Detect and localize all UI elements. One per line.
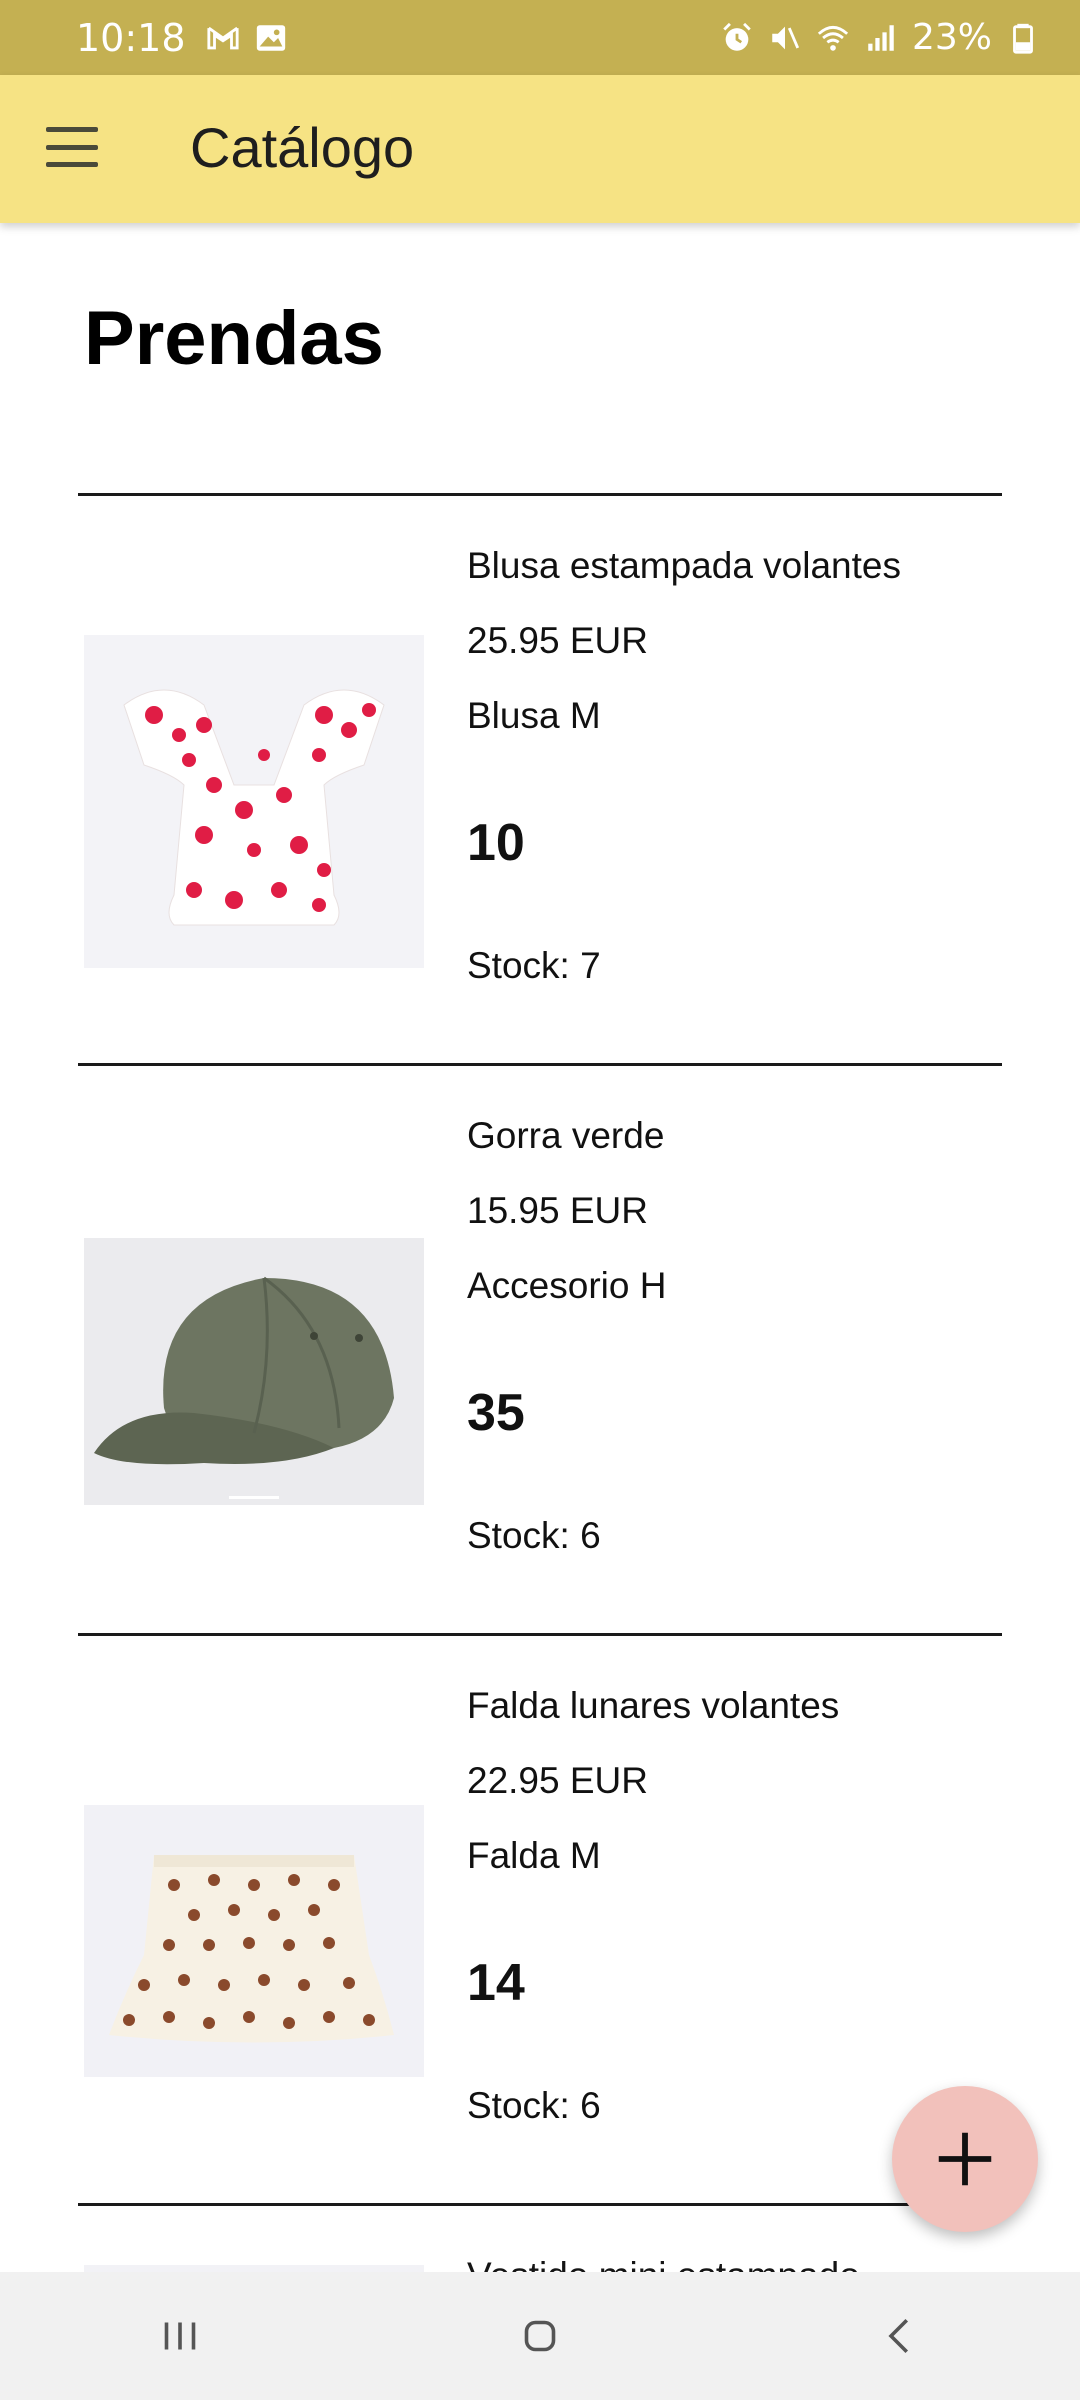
status-bar: 10:18 23% [0,0,1080,75]
item-category: Accesorio H [467,1265,667,1306]
page-heading: Prendas [84,296,384,381]
list-item[interactable]: Gorra verde 15.95 EUR Accesorio H 35 Sto… [0,1065,1080,1635]
item-quantity: 35 [467,1384,525,1442]
floral-blouse-image [84,635,424,968]
divider [78,2203,1002,2206]
recent-apps-icon [164,2322,196,2350]
item-quantity: 14 [467,1954,525,2012]
item-price: 22.95 EUR [467,1760,648,1801]
item-name: Gorra verde [467,1115,665,1156]
item-category: Falda M [467,1835,601,1876]
item-price: 25.95 EUR [467,620,648,661]
list-item[interactable]: Blusa estampada volantes 25.95 EUR Blusa… [0,495,1080,1065]
plus-icon [938,2132,992,2186]
item-stock: Stock: 6 [467,1515,601,1556]
item-category: Blusa M [467,695,601,736]
item-name: Blusa estampada volantes [467,545,901,586]
menu-icon[interactable] [46,127,98,167]
item-stock: Stock: 7 [467,945,601,986]
app-bar: Catálogo [0,75,1080,223]
app-title: Catálogo [190,116,415,179]
status-time: 10:18 [76,15,186,60]
mute-icon [768,21,802,55]
wifi-icon [816,21,850,55]
back-icon [888,2318,909,2354]
item-name: Falda lunares volantes [467,1685,840,1726]
green-cap-image [84,1238,424,1505]
gallery-icon [254,21,288,55]
nav-bar [0,2272,1080,2400]
gmail-icon [206,21,240,55]
alarm-icon [720,21,754,55]
home-icon [524,2320,556,2352]
recent-apps-button[interactable] [130,2296,230,2376]
home-button[interactable] [490,2296,590,2376]
item-stock: Stock: 6 [467,2085,601,2126]
signal-icon [864,21,898,55]
polka-dot-skirt-image [84,1805,424,2077]
add-item-button[interactable] [892,2086,1038,2232]
item-quantity: 10 [467,814,525,872]
battery-icon [1006,21,1040,55]
back-button[interactable] [850,2296,950,2376]
item-price: 15.95 EUR [467,1190,648,1231]
battery-percentage: 23% [911,17,992,58]
